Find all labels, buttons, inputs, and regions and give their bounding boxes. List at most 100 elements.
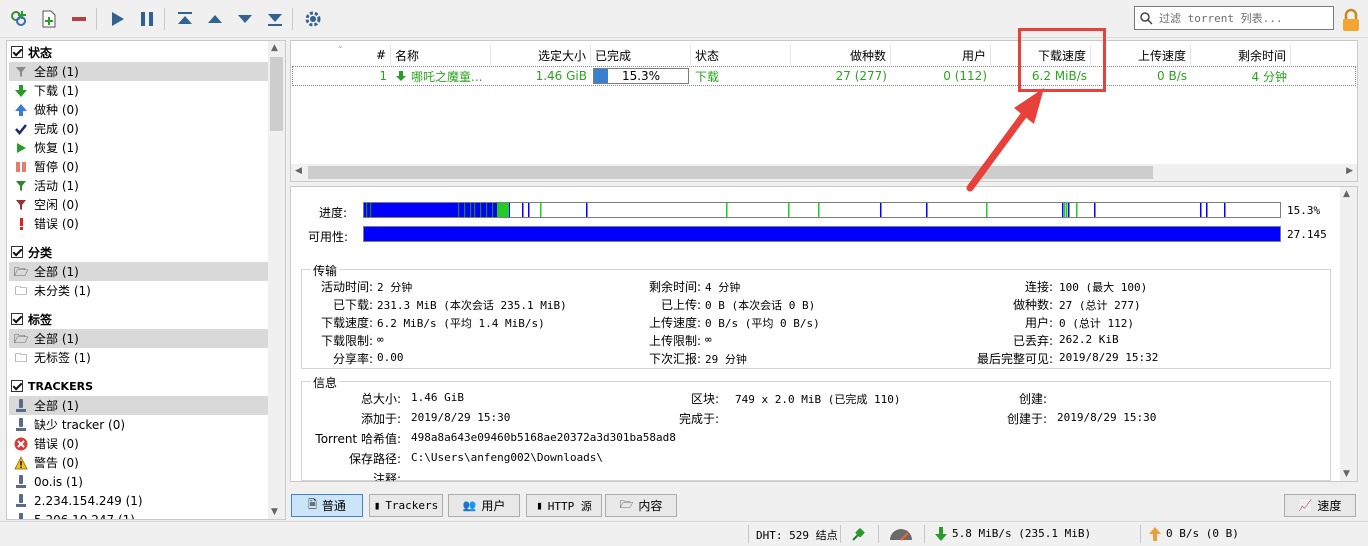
scroll-down-icon[interactable]: ▼ bbox=[1343, 469, 1350, 479]
sidebar-item-tracker[interactable]: 缺少 tracker (0) bbox=[9, 415, 269, 434]
sidebar-item-tracker[interactable]: 警告 (0) bbox=[9, 453, 269, 472]
list-horizontal-scrollbar[interactable]: ◀ ▶ bbox=[291, 164, 1357, 181]
tag-group-title: 标签 bbox=[28, 312, 53, 327]
field-value: 2019/8/29 15:30 bbox=[1057, 411, 1157, 424]
category-group-checkbox[interactable] bbox=[11, 246, 23, 258]
resume-button[interactable] bbox=[104, 6, 130, 32]
field-label: 已下载: bbox=[332, 298, 373, 312]
sidebar-item-untagged[interactable]: 🗀 无标签 (1) bbox=[9, 348, 269, 367]
tag-group-header[interactable]: 标签 bbox=[11, 310, 52, 328]
sidebar-item-category-all[interactable]: 🗁 全部 (1) bbox=[9, 262, 269, 281]
add-link-button[interactable] bbox=[6, 6, 32, 32]
sidebar-item-status[interactable]: 空闲 (0) bbox=[9, 195, 269, 214]
sidebar-item-label: 错误 (0) bbox=[34, 437, 79, 451]
remove-button[interactable] bbox=[66, 6, 92, 32]
column-header-seeds[interactable]: 做种数 bbox=[791, 45, 891, 65]
column-header-eta[interactable]: 剩余时间 bbox=[1191, 45, 1291, 65]
sidebar-item-tracker[interactable]: 全部 (1) bbox=[9, 396, 269, 415]
column-header-num[interactable]: # bbox=[351, 45, 391, 65]
sidebar-item-status[interactable]: 错误 (0) bbox=[9, 214, 269, 233]
upload-speed: 0 B/s (0 B) bbox=[1166, 527, 1239, 540]
trackers-group-header[interactable]: TRACKERS bbox=[11, 377, 93, 395]
sidebar-item-status[interactable]: 暂停 (0) bbox=[9, 157, 269, 176]
piece-marker bbox=[486, 203, 488, 217]
sidebar-item-tracker[interactable]: 2.234.154.249 (1) bbox=[9, 491, 269, 510]
tag-group-checkbox[interactable] bbox=[11, 313, 23, 325]
status-group-checkbox[interactable] bbox=[11, 46, 23, 58]
up-priority-button[interactable] bbox=[202, 6, 228, 32]
column-header-status[interactable]: 状态 bbox=[691, 45, 791, 65]
sidebar-item-uncategorized[interactable]: 🗀 未分类 (1) bbox=[9, 281, 269, 300]
field-label: 下载限制: bbox=[320, 334, 373, 348]
upload-speed-indicator[interactable] bbox=[1148, 526, 1162, 545]
piece-marker bbox=[522, 203, 524, 217]
sidebar-item-status[interactable]: 全部 (1) bbox=[9, 62, 269, 81]
sidebar-item-tracker[interactable]: 错误 (0) bbox=[9, 434, 269, 453]
sidebar-item-status[interactable]: 恢复 (1) bbox=[9, 138, 269, 157]
trackers-group-checkbox[interactable] bbox=[11, 380, 23, 392]
sort-indicator-icon: ⌄ bbox=[337, 41, 344, 50]
down-priority-button[interactable] bbox=[232, 6, 258, 32]
scroll-left-icon[interactable]: ◀ bbox=[295, 166, 302, 176]
scroll-down-icon[interactable]: ▼ bbox=[271, 507, 278, 517]
field-label: 已丢弃: bbox=[1012, 334, 1053, 348]
sidebar-item-status[interactable]: 完成 (0) bbox=[9, 119, 269, 138]
details-scrollbar[interactable]: ▲ ▼ bbox=[1340, 187, 1357, 481]
sidebar-item-label: 恢复 (1) bbox=[34, 141, 79, 155]
search-input[interactable] bbox=[1157, 9, 1329, 27]
add-file-icon bbox=[42, 10, 56, 28]
column-header-name[interactable]: 名称 bbox=[391, 45, 491, 65]
column-header-done[interactable]: 已完成 bbox=[591, 45, 691, 65]
field-value: 4 分钟 bbox=[705, 281, 741, 294]
status-bar: DHT: 529 结点 5.8 MiB/s (235.1 MiB) 0 B/s … bbox=[0, 521, 1368, 546]
error-icon bbox=[14, 437, 28, 451]
cell-name[interactable]: 哪吒之魔童... bbox=[391, 67, 491, 85]
sidebar-item-status[interactable]: 活动 (1) bbox=[9, 176, 269, 195]
field-value: ∞ bbox=[705, 333, 712, 346]
field-value: 2 分钟 bbox=[377, 281, 413, 294]
tab-label: 内容 bbox=[638, 499, 663, 513]
sidebar-item-tracker[interactable]: 5.206.10.247 (1) bbox=[9, 510, 269, 519]
exclamation-icon bbox=[14, 217, 28, 231]
column-header-size[interactable]: 选定大小 bbox=[491, 45, 591, 65]
pause-button[interactable] bbox=[134, 6, 160, 32]
toolbar-separator bbox=[96, 8, 97, 30]
piece-marker bbox=[464, 203, 466, 217]
plug-icon bbox=[852, 528, 865, 541]
sidebar-scroll-thumb[interactable] bbox=[270, 57, 283, 131]
sidebar-item-tracker[interactable]: 0o.is (1) bbox=[9, 472, 269, 491]
column-header-up-speed[interactable]: 上传速度 bbox=[1091, 45, 1191, 65]
sidebar-item-tag-all[interactable]: 🗁 全部 (1) bbox=[9, 329, 269, 348]
tab-http-sources[interactable]: ▮ HTTP 源 bbox=[526, 494, 602, 517]
pause-icon bbox=[14, 160, 28, 174]
bottom-priority-button[interactable] bbox=[262, 6, 288, 32]
piece-marker bbox=[492, 203, 494, 217]
tab-peers[interactable]: 👥 用户 bbox=[448, 494, 520, 517]
sidebar-scrollbar[interactable]: ▲ ▼ bbox=[268, 41, 285, 519]
field-label: 下载速度: bbox=[320, 316, 373, 330]
tab-trackers[interactable]: ▮ Trackers bbox=[369, 494, 443, 517]
lock-button[interactable] bbox=[1340, 8, 1362, 32]
folder-icon: 🗀 bbox=[14, 283, 27, 298]
sidebar-item-status[interactable]: 做种 (0) bbox=[9, 100, 269, 119]
scroll-right-icon[interactable]: ▶ bbox=[1346, 166, 1353, 176]
tab-general[interactable]: 🗎 普通 bbox=[291, 494, 363, 517]
options-button[interactable] bbox=[300, 6, 326, 32]
connection-status-button[interactable] bbox=[850, 526, 868, 545]
sidebar-item-status[interactable]: 下载 (1) bbox=[9, 81, 269, 100]
scroll-up-icon[interactable]: ▲ bbox=[1343, 189, 1350, 199]
speed-button[interactable]: 📈 速度 bbox=[1284, 494, 1356, 517]
category-group-header[interactable]: 分类 bbox=[11, 243, 52, 261]
tab-content[interactable]: 🗁 内容 bbox=[605, 494, 677, 517]
column-header-peers[interactable]: 用户 bbox=[891, 45, 991, 65]
scroll-up-icon[interactable]: ▲ bbox=[271, 43, 278, 53]
search-box[interactable] bbox=[1134, 6, 1334, 30]
toolbar-separator bbox=[292, 8, 293, 30]
add-file-button[interactable] bbox=[36, 6, 62, 32]
alt-speed-toggle[interactable] bbox=[888, 526, 914, 545]
top-priority-button[interactable] bbox=[172, 6, 198, 32]
field-label: 已上传: bbox=[660, 298, 701, 312]
status-group-header[interactable]: 状态 bbox=[11, 43, 52, 61]
list-scroll-thumb[interactable] bbox=[308, 166, 1153, 179]
download-speed-indicator[interactable] bbox=[934, 526, 948, 545]
